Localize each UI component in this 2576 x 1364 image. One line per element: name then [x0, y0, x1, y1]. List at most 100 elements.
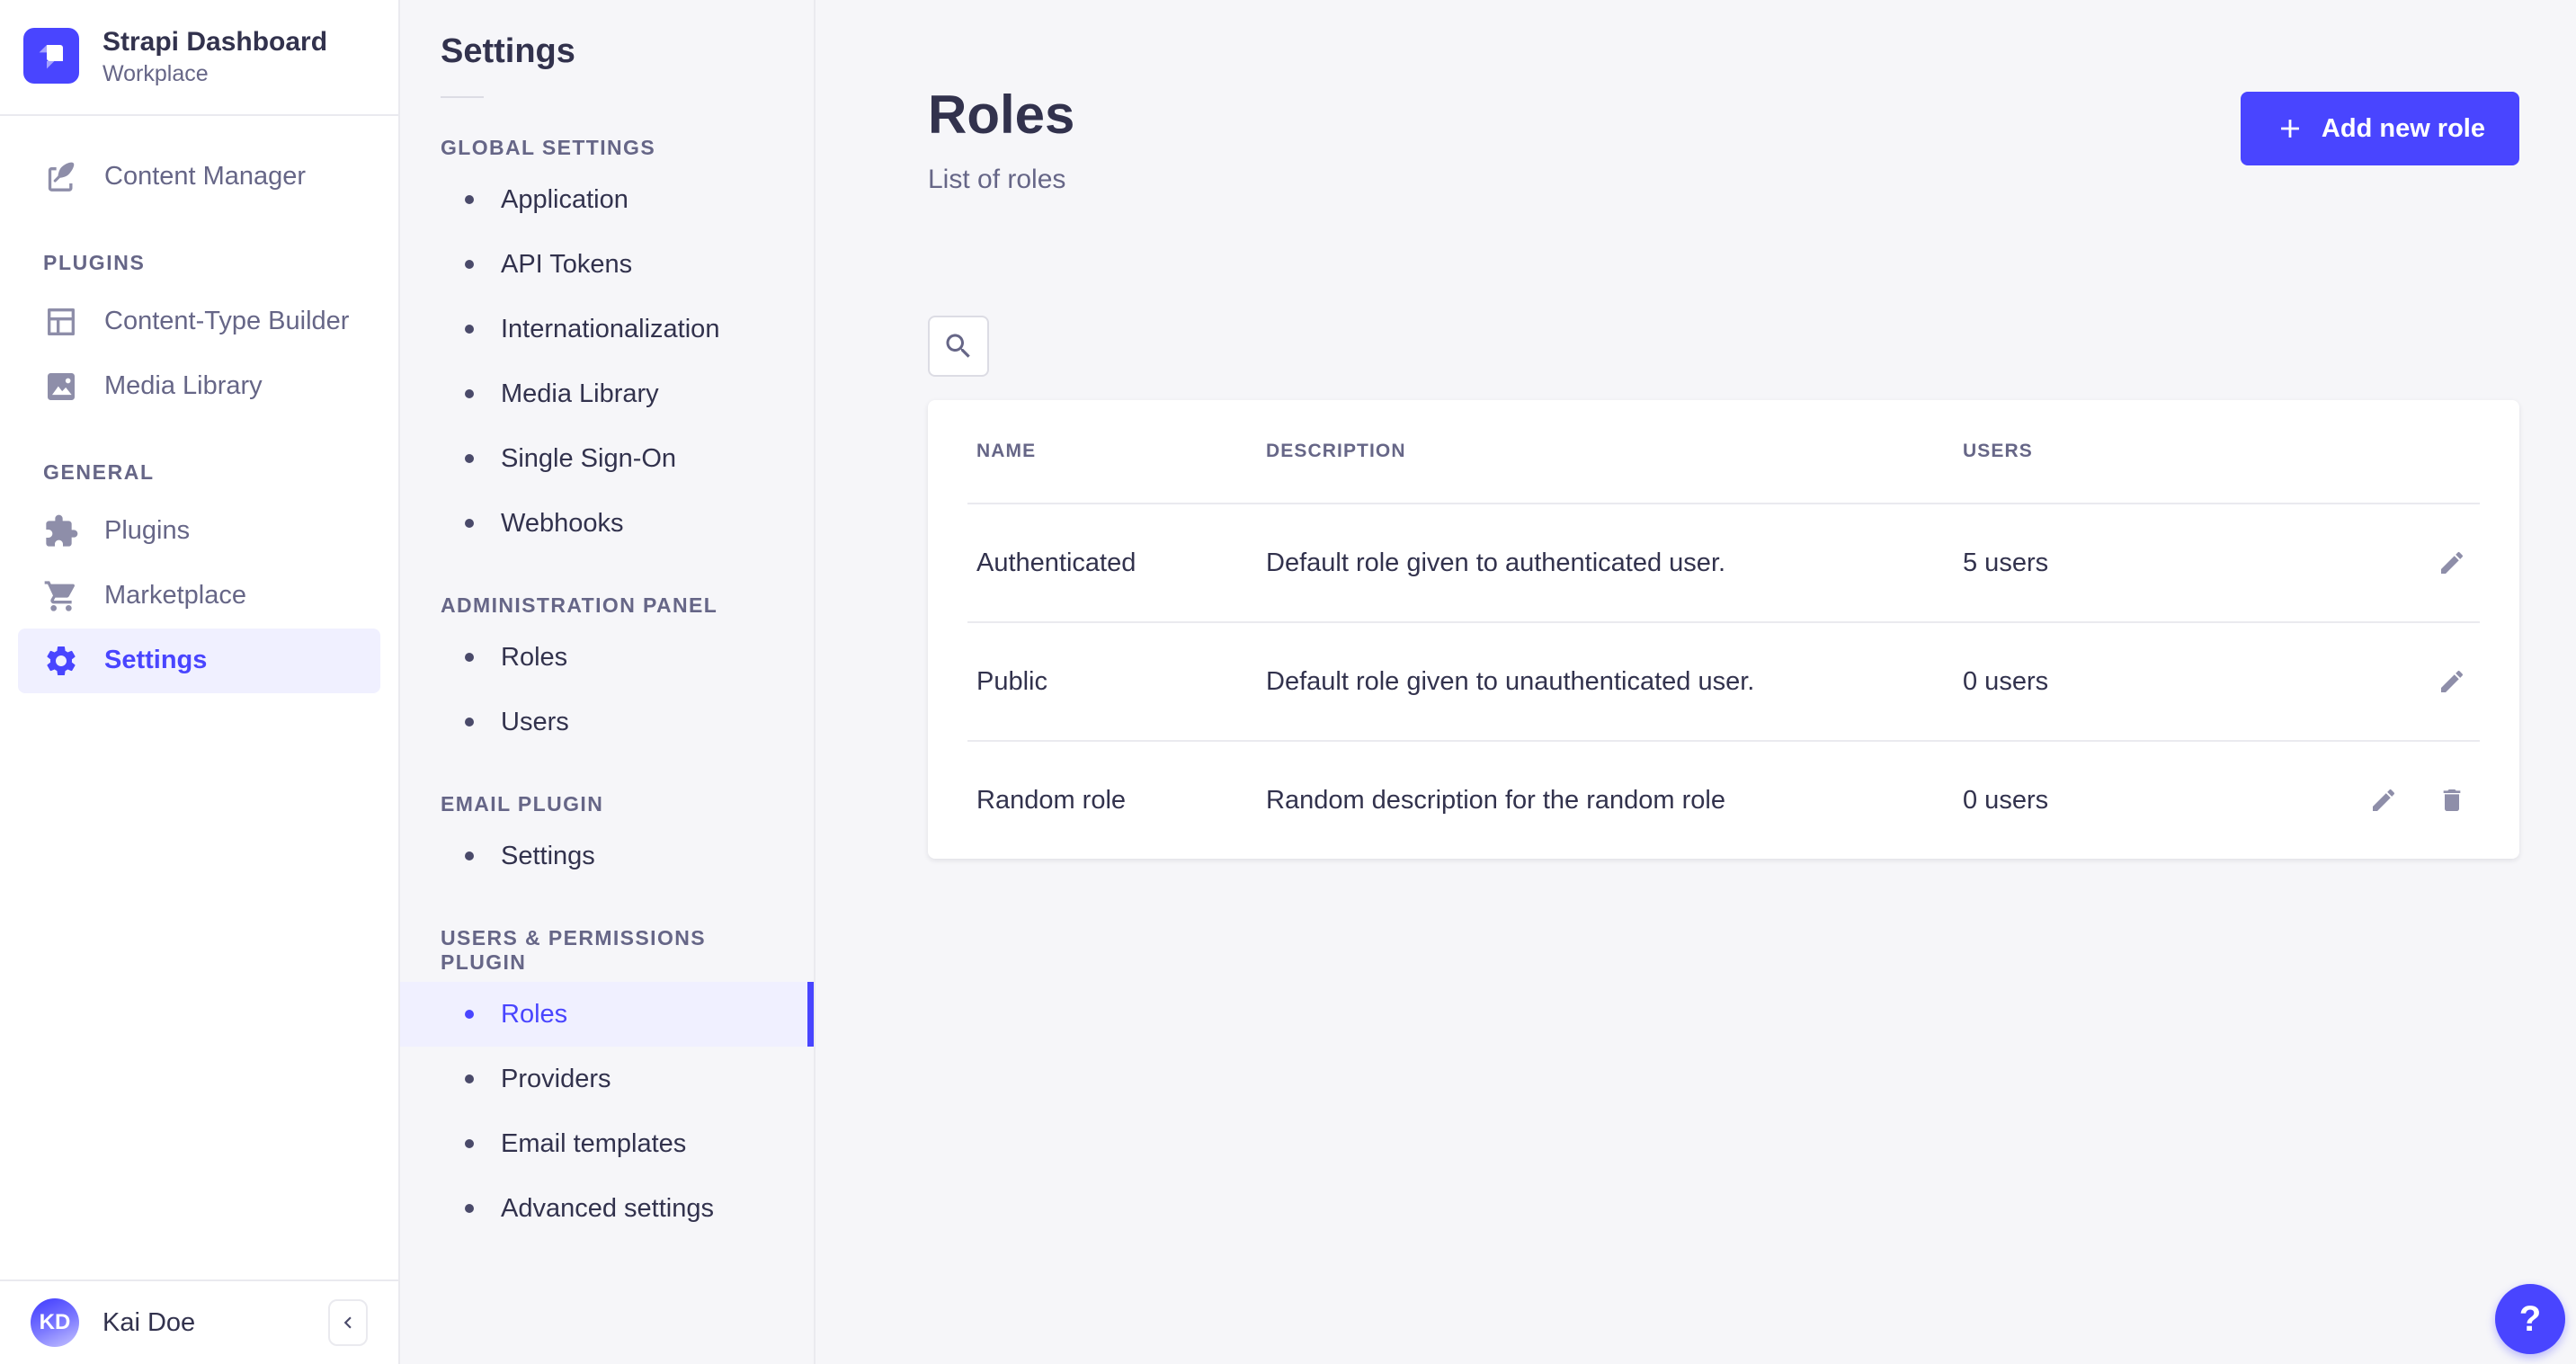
bullet-icon: [465, 653, 474, 662]
feather-icon: [43, 159, 79, 195]
section-label: GLOBAL SETTINGS: [441, 136, 773, 160]
settings-nav-item-webhooks[interactable]: Webhooks: [400, 491, 814, 556]
delete-role-button[interactable]: [2433, 781, 2471, 819]
role-users-count: 0 users: [1963, 786, 2201, 816]
settings-nav-item-label: Media Library: [501, 379, 659, 409]
main-sidebar: Strapi Dashboard Workplace Content Manag…: [0, 0, 400, 1364]
trash-icon: [2438, 786, 2466, 815]
add-new-role-button[interactable]: Add new role: [2241, 92, 2519, 165]
table-row-random-role[interactable]: Random role Random description for the r…: [928, 742, 2519, 859]
edit-role-button[interactable]: [2433, 544, 2471, 582]
settings-nav-item-api-tokens[interactable]: API Tokens: [400, 232, 814, 297]
settings-nav-item-media-library[interactable]: Media Library: [400, 361, 814, 426]
sidebar-item-marketplace[interactable]: Marketplace: [18, 564, 380, 629]
search-button[interactable]: [928, 316, 989, 377]
settings-nav-item-label: Application: [501, 185, 628, 215]
role-users-count: 5 users: [1963, 548, 2201, 578]
settings-nav-item-label: Roles: [501, 1000, 567, 1030]
sidebar-item-content-manager[interactable]: Content Manager: [18, 145, 380, 210]
section-label: EMAIL PLUGIN: [441, 792, 773, 816]
bullet-icon: [465, 1204, 474, 1213]
table-header-row: NAME DESCRIPTION USERS: [928, 400, 2519, 503]
bullet-icon: [465, 718, 474, 727]
role-description: Random description for the random role: [1266, 786, 1963, 816]
roles-table-card: NAME DESCRIPTION USERS Authenticated Def…: [928, 400, 2519, 859]
page-header: Roles List of roles Add new role: [928, 0, 2519, 195]
settings-nav-item-admin-roles[interactable]: Roles: [400, 625, 814, 690]
settings-nav-item-label: Providers: [501, 1065, 611, 1094]
plus-icon: [2275, 113, 2305, 144]
settings-nav-item-admin-users[interactable]: Users: [400, 690, 814, 754]
bullet-icon: [465, 1010, 474, 1019]
chevron-left-icon: [336, 1311, 360, 1334]
workspace-name: Workplace: [103, 61, 327, 87]
page-title-block: Roles List of roles: [928, 86, 1074, 195]
section-label: ADMINISTRATION PANEL: [441, 593, 773, 618]
brand-text: Strapi Dashboard Workplace: [103, 25, 327, 87]
settings-nav-item-single-sign-on[interactable]: Single Sign-On: [400, 426, 814, 491]
table-row-public[interactable]: Public Default role given to unauthentic…: [928, 623, 2519, 740]
sidebar-item-label: Marketplace: [104, 581, 246, 611]
sidebar-section-general: GENERAL: [43, 460, 398, 485]
section-email-plugin: EMAIL PLUGIN Settings: [400, 792, 814, 888]
sidebar-item-label: Media Library: [104, 371, 263, 401]
sidebar-item-label: Plugins: [104, 516, 190, 546]
avatar[interactable]: KD: [31, 1298, 79, 1347]
sidebar-item-plugins[interactable]: Plugins: [18, 499, 380, 564]
role-name: Authenticated: [976, 548, 1266, 578]
column-header-users: USERS: [1963, 441, 2201, 462]
image-icon: [43, 369, 79, 405]
collapse-sidebar-button[interactable]: [328, 1299, 368, 1346]
puzzle-icon: [43, 513, 79, 549]
settings-nav-item-label: Email templates: [501, 1129, 686, 1159]
help-button[interactable]: ?: [2495, 1284, 2565, 1354]
bullet-icon: [465, 389, 474, 398]
bullet-icon: [465, 1074, 474, 1083]
settings-nav-item-label: Roles: [501, 643, 567, 673]
settings-subnav: Settings GLOBAL SETTINGS Application API…: [400, 0, 816, 1364]
section-users-permissions-plugin: USERS & PERMISSIONS PLUGIN Roles Provide…: [400, 926, 814, 1241]
settings-nav-item-label: Users: [501, 708, 569, 737]
settings-nav-item-advanced-settings[interactable]: Advanced settings: [400, 1176, 814, 1241]
row-actions: [2201, 544, 2471, 582]
settings-nav-item-email-templates[interactable]: Email templates: [400, 1111, 814, 1176]
settings-nav-item-internationalization[interactable]: Internationalization: [400, 297, 814, 361]
edit-role-button[interactable]: [2365, 781, 2402, 819]
sidebar-item-label: Content Manager: [104, 162, 306, 192]
role-name: Public: [976, 667, 1266, 697]
settings-nav-item-label: Advanced settings: [501, 1194, 714, 1224]
edit-role-button[interactable]: [2433, 663, 2471, 700]
layout-icon: [43, 304, 79, 340]
bullet-icon: [465, 1139, 474, 1148]
settings-nav-item-providers[interactable]: Providers: [400, 1047, 814, 1111]
section-global-settings: GLOBAL SETTINGS Application API Tokens I…: [400, 136, 814, 556]
settings-nav-item-label: Internationalization: [501, 315, 719, 344]
sidebar-item-content-type-builder[interactable]: Content-Type Builder: [18, 290, 380, 354]
sidebar-item-label: Settings: [104, 646, 207, 675]
settings-nav-item-label: Webhooks: [501, 509, 624, 539]
gear-icon: [43, 643, 79, 679]
settings-nav-item-application[interactable]: Application: [400, 167, 814, 232]
settings-nav-item-email-settings[interactable]: Settings: [400, 824, 814, 888]
bullet-icon: [465, 260, 474, 269]
add-new-role-label: Add new role: [2322, 114, 2485, 144]
row-actions: [2201, 781, 2471, 819]
cart-icon: [43, 578, 79, 614]
bullet-icon: [465, 519, 474, 528]
user-name: Kai Doe: [103, 1308, 305, 1338]
page-subtitle: List of roles: [928, 165, 1074, 195]
sidebar-footer: KD Kai Doe: [0, 1279, 398, 1364]
section-administration-panel: ADMINISTRATION PANEL Roles Users: [400, 593, 814, 754]
table-row-authenticated[interactable]: Authenticated Default role given to auth…: [928, 504, 2519, 621]
bullet-icon: [465, 454, 474, 463]
role-description: Default role given to authenticated user…: [1266, 548, 1963, 578]
column-header-description: DESCRIPTION: [1266, 441, 1963, 462]
settings-nav-item-label: API Tokens: [501, 250, 632, 280]
settings-nav-item-up-roles[interactable]: Roles: [400, 982, 814, 1047]
strapi-logo-icon: [23, 28, 79, 84]
sidebar-item-settings[interactable]: Settings: [18, 629, 380, 693]
settings-nav-item-label: Single Sign-On: [501, 444, 676, 474]
brand: Strapi Dashboard Workplace: [0, 0, 398, 116]
sidebar-item-media-library[interactable]: Media Library: [18, 354, 380, 419]
app-title: Strapi Dashboard: [103, 25, 327, 59]
